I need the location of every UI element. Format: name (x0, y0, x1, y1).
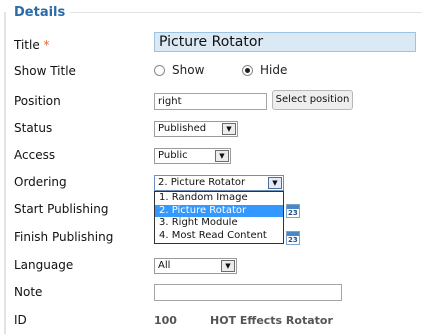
title-label: Title * (14, 38, 50, 52)
show-title-show-radio[interactable] (154, 65, 165, 76)
note-label: Note (14, 285, 43, 299)
title-label-text: Title (14, 38, 40, 52)
ordering-value: 2. Picture Rotator (158, 177, 246, 188)
fieldset-border-left (4, 12, 6, 334)
show-title-label: Show Title (14, 64, 76, 78)
language-label: Language (14, 258, 74, 272)
ordering-option[interactable]: 3. Right Module (155, 217, 283, 230)
finish-publishing-label: Finish Publishing (14, 230, 114, 244)
access-label: Access (14, 148, 56, 162)
calendar-icon-text: 23 (288, 209, 298, 217)
status-select[interactable]: Published ▼ (154, 121, 238, 137)
chevron-down-icon: ▼ (221, 260, 235, 272)
details-legend: Details (14, 5, 66, 20)
show-title-hide-label[interactable]: Hide (260, 63, 287, 77)
show-title-show-label[interactable]: Show (172, 63, 204, 77)
title-input[interactable]: Picture Rotator (154, 32, 416, 52)
chevron-down-icon: ▼ (268, 177, 282, 189)
calendar-icon-text: 23 (288, 236, 298, 244)
status-label: Status (14, 121, 53, 135)
note-input[interactable] (154, 284, 342, 301)
ordering-dropdown-list: 1. Random Image 2. Picture Rotator 3. Ri… (154, 191, 284, 244)
finish-publishing-calendar-icon[interactable]: 23 (286, 231, 300, 245)
language-value: All (158, 260, 171, 271)
ordering-label: Ordering (14, 175, 67, 189)
module-type: HOT Effects Rotator (210, 314, 333, 327)
id-value: 100 (154, 314, 177, 327)
status-value: Published (158, 123, 207, 134)
ordering-select[interactable]: 2. Picture Rotator ▼ (154, 175, 284, 191)
position-label: Position (14, 94, 61, 108)
language-select[interactable]: All ▼ (154, 258, 237, 274)
ordering-option[interactable]: 4. Most Read Content (155, 230, 283, 243)
id-label: ID (14, 313, 27, 327)
ordering-option-selected[interactable]: 2. Picture Rotator (155, 204, 283, 217)
show-title-hide-radio[interactable] (242, 65, 253, 76)
access-select[interactable]: Public ▼ (154, 148, 231, 164)
position-input[interactable]: right (154, 93, 267, 110)
select-position-button[interactable]: Select position (272, 90, 353, 110)
chevron-down-icon: ▼ (222, 123, 236, 135)
chevron-down-icon: ▼ (215, 150, 229, 162)
required-asterisk: * (43, 38, 50, 52)
start-publishing-label: Start Publishing (14, 202, 109, 216)
access-value: Public (158, 150, 188, 161)
ordering-option[interactable]: 1. Random Image (155, 192, 283, 205)
start-publishing-calendar-icon[interactable]: 23 (286, 204, 300, 218)
fieldset-border-top (70, 12, 422, 13)
